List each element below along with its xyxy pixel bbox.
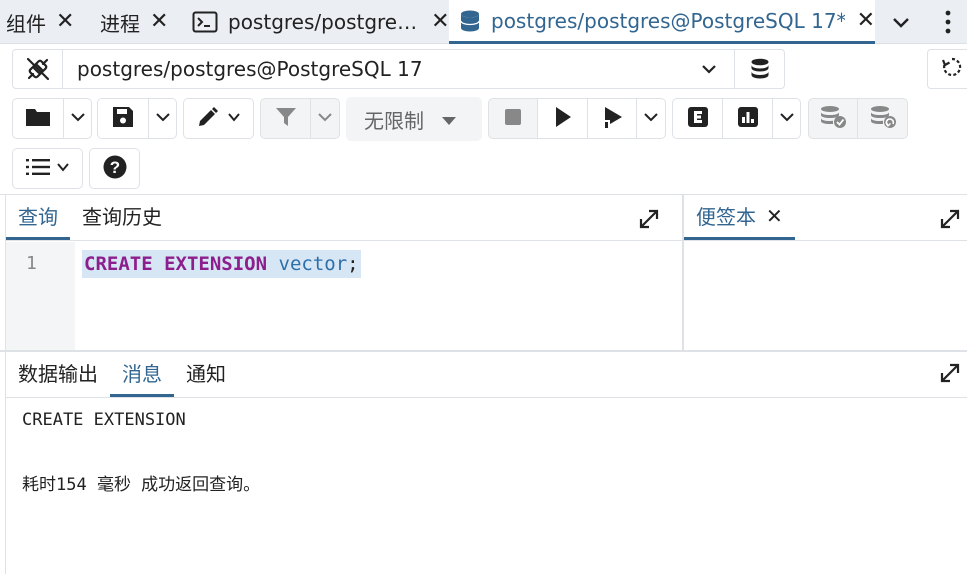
row-limit-select[interactable]: 无限制 xyxy=(346,97,482,141)
tab-notifications[interactable]: 通知 xyxy=(174,358,238,397)
chevron-down-icon xyxy=(56,159,70,178)
tab-strip: 组件 ✕ 进程 ✕ postgres/postgre… ✕ postgres/p… xyxy=(0,0,967,44)
stop-icon xyxy=(504,108,522,130)
rollback-icon xyxy=(869,105,897,133)
close-icon[interactable]: ✕ xyxy=(857,9,875,32)
filter-dropdown[interactable] xyxy=(310,98,340,139)
explain-button[interactable] xyxy=(672,98,723,139)
chevron-down-icon xyxy=(317,109,333,129)
expand-icon[interactable] xyxy=(939,208,961,230)
help-button[interactable]: ? xyxy=(89,148,140,189)
sql-keyword: CREATE xyxy=(84,253,153,275)
expand-icon[interactable] xyxy=(939,362,961,384)
tab-label: postgres/postgres@PostgreSQL 17* xyxy=(491,8,845,33)
svg-text:?: ? xyxy=(109,158,119,177)
stop-button[interactable] xyxy=(488,98,538,139)
connection-selector[interactable]: postgres/postgres@PostgreSQL 17 xyxy=(12,49,785,89)
save-file-button[interactable] xyxy=(97,98,149,139)
scratch-pad-area[interactable] xyxy=(684,242,967,350)
edit-button[interactable] xyxy=(183,98,254,139)
open-file-button[interactable] xyxy=(12,98,64,139)
tab-messages[interactable]: 消息 xyxy=(110,358,174,397)
sql-punctuation: ; xyxy=(347,253,359,275)
explain-dropdown[interactable] xyxy=(772,98,801,139)
tab-label: 进程 xyxy=(100,11,140,36)
save-file-dropdown[interactable] xyxy=(148,98,177,139)
explain-analyze-icon xyxy=(737,106,759,132)
play-script-icon xyxy=(601,106,623,132)
output-pane-header: 数据输出 消息 通知 xyxy=(6,352,967,398)
execute-button[interactable] xyxy=(537,98,588,139)
caret-down-icon xyxy=(442,107,456,131)
terminal-icon xyxy=(192,11,218,33)
help-icon: ? xyxy=(103,155,127,183)
close-icon[interactable]: ✕ xyxy=(766,204,783,228)
message-line: CREATE EXTENSION xyxy=(22,410,186,430)
tab-label: 便签本 xyxy=(696,205,756,229)
connection-label: postgres/postgres@PostgreSQL 17 xyxy=(77,57,423,81)
chevron-down-icon xyxy=(227,109,241,128)
close-icon[interactable]: ✕ xyxy=(56,11,74,33)
tab-psql-tool[interactable]: postgres/postgre… ✕ xyxy=(192,0,450,44)
sql-keyword: EXTENSION xyxy=(164,253,268,275)
macros-button[interactable] xyxy=(12,148,83,189)
tab-query[interactable]: 查询 xyxy=(6,201,70,240)
tab-scratch-pad[interactable]: 便签本 ✕ xyxy=(684,201,795,240)
chevron-down-icon xyxy=(70,109,86,129)
edit-pencil-icon xyxy=(197,106,221,132)
chevron-down-icon xyxy=(643,109,659,129)
close-icon[interactable]: ✕ xyxy=(150,11,168,33)
tab-components[interactable]: 组件 ✕ xyxy=(6,0,74,44)
folder-icon xyxy=(25,106,51,132)
chevron-down-icon xyxy=(779,109,795,129)
chevron-down-icon xyxy=(155,109,171,129)
reset-layout-button[interactable] xyxy=(927,49,967,89)
code-line[interactable]: CREATE EXTENSION vector; xyxy=(82,250,361,278)
explain-E-icon xyxy=(687,106,709,132)
database-icon xyxy=(459,9,481,33)
filter-icon xyxy=(275,106,297,132)
execute-dropdown[interactable] xyxy=(636,98,666,139)
database-stack-icon[interactable] xyxy=(734,50,784,88)
execute-script-button[interactable] xyxy=(587,98,637,139)
format-list-icon xyxy=(25,157,52,181)
chevron-down-icon[interactable] xyxy=(684,60,734,78)
line-number: 1 xyxy=(26,253,37,274)
chevron-down-icon[interactable] xyxy=(891,12,911,36)
filter-button[interactable] xyxy=(260,98,311,139)
refresh-icon xyxy=(941,56,963,82)
tab-data-output[interactable]: 数据输出 xyxy=(6,358,110,397)
close-icon[interactable]: ✕ xyxy=(431,11,449,33)
kebab-menu-icon[interactable] xyxy=(944,10,952,38)
tab-label: 组件 xyxy=(6,11,46,36)
sql-identifier: vector xyxy=(278,253,348,275)
sql-editor[interactable]: 1 CREATE EXTENSION vector; xyxy=(6,242,682,350)
tab-label: postgres/postgre… xyxy=(228,10,418,34)
rollback-button[interactable] xyxy=(857,98,908,139)
message-line: 耗时154 毫秒 成功返回查询。 xyxy=(22,475,261,495)
disconnected-plug-icon[interactable] xyxy=(13,50,63,88)
tab-query-tool[interactable]: postgres/postgres@PostgreSQL 17* ✕ xyxy=(449,0,875,44)
explain-analyze-button[interactable] xyxy=(722,98,773,139)
commit-button[interactable] xyxy=(808,98,858,139)
tab-processes[interactable]: 进程 ✕ xyxy=(100,0,168,44)
line-gutter: 1 xyxy=(6,242,75,350)
open-file-dropdown[interactable] xyxy=(63,98,92,139)
save-icon xyxy=(112,106,134,132)
play-icon xyxy=(554,106,572,132)
expand-icon[interactable] xyxy=(638,208,660,230)
commit-icon xyxy=(819,105,847,133)
row-limit-value: 无限制 xyxy=(364,108,424,133)
tab-query-history[interactable]: 查询历史 xyxy=(70,201,174,240)
scratch-pane-header: 便签本 ✕ xyxy=(684,195,967,241)
query-pane-header: 查询 查询历史 xyxy=(6,195,682,241)
